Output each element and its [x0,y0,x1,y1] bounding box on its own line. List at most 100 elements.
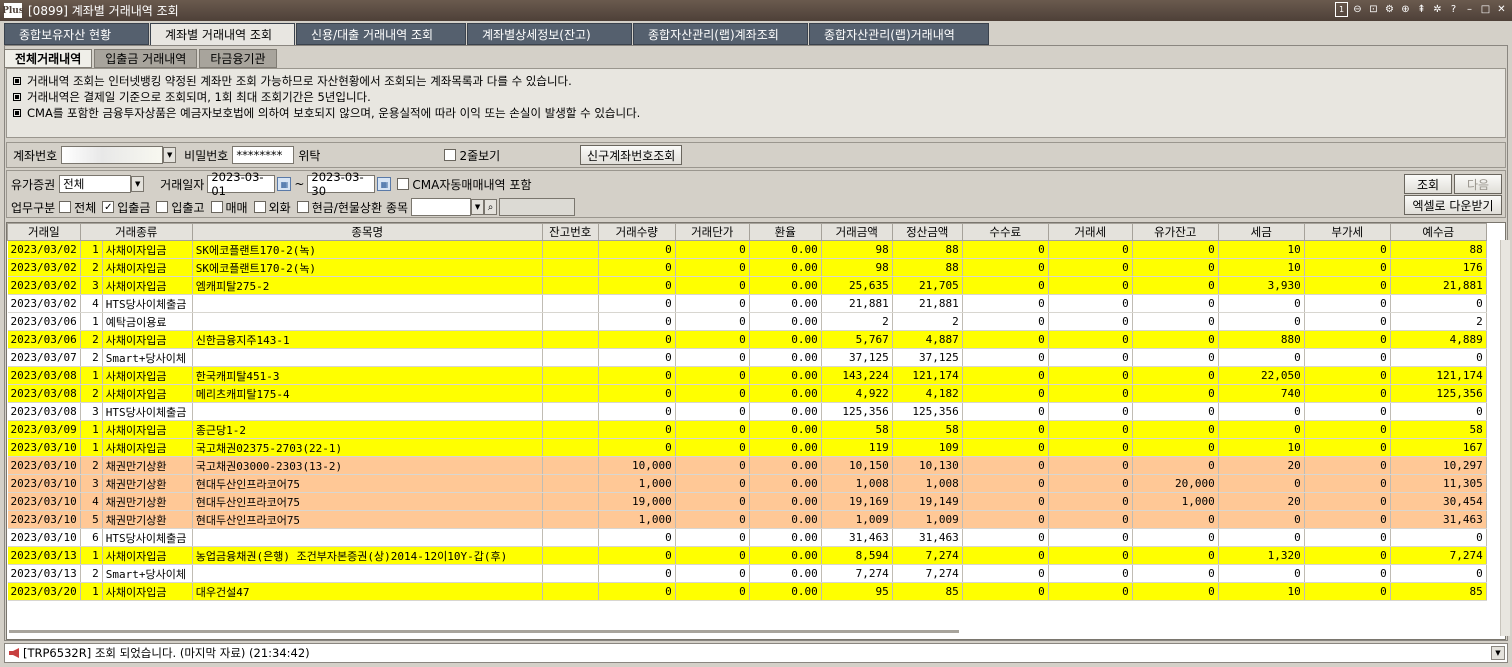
col-header[interactable]: 거래단가 [674,223,750,241]
table-cell: 0.00 [749,528,822,547]
horizontal-scrollbar[interactable] [9,630,959,633]
item-dropdown-icon[interactable]: ▼ [471,199,485,215]
table-cell: 0 [962,384,1049,403]
table-cell: 농업금융채권(은행) 조건부자본증권(상)2014-12이10Y-갑(후) [192,546,543,565]
vertical-scrollbar[interactable] [1500,240,1510,636]
table-cell: 88 [892,258,963,277]
col-header[interactable]: 잔고번호 [541,223,599,241]
date-from-input[interactable]: 2023-03-01 [207,170,276,198]
two-line-checkbox[interactable] [444,149,457,161]
link-icon[interactable]: ⊕ [1399,2,1412,17]
table-row[interactable]: 2023/03/06 1 예탁금이용료 0 0 0.00 2 2 0 0 0 0 0 2 [7,312,1487,331]
col-header[interactable]: 수수료 [961,223,1049,241]
account-number-input[interactable] [61,146,164,164]
table-cell: 2 [80,384,103,403]
table-cell: 사채이자입금 [102,384,193,403]
table-cell: 1,009 [821,510,893,529]
col-header[interactable]: 세금 [1217,223,1305,241]
table-row[interactable]: 2023/03/02 1 사채이자입금 SK에코플랜트170-2(녹) 0 0 0.00 98… [7,240,1487,259]
resize-icon[interactable]: ⊡ [1367,2,1380,17]
table-row[interactable]: 2023/03/10 2 채권만기상환 국고채권03000-2303(13-2) 10,… [7,456,1487,475]
tab-account-transactions[interactable]: 계좌별 거래내역 조회 [150,23,295,46]
tab-total-assets[interactable]: 종합보유자산 현황 [4,23,149,45]
subtab-deposit-withdraw[interactable]: 입출금 거래내역 [94,49,198,68]
check-fx[interactable] [253,201,266,213]
zoom-icon[interactable]: ⊖ [1351,2,1364,17]
table-row[interactable]: 2023/03/10 3 채권만기상환 현대두산인프라코어75 1,000 0 0.00 1,… [7,474,1487,493]
subtab-all-transactions[interactable]: 전체거래내역 [4,49,93,68]
settings-icon[interactable]: ⚙ [1383,2,1396,17]
tab-credit-loan[interactable]: 신용/대출 거래내역 조회 [296,23,466,45]
help-icon[interactable]: ? [1447,2,1460,17]
table-cell [542,456,599,475]
check-inout[interactable] [156,201,169,213]
col-header[interactable]: 거래종류 [79,223,193,241]
table-row[interactable]: 2023/03/08 2 사채이자입금 메리츠캐피탈175-4 0 0 0.00 4,922 4… [7,384,1487,403]
col-header[interactable]: 종목명 [191,223,543,241]
check-all[interactable] [59,201,72,213]
status-dropdown-icon[interactable]: ▼ [1491,646,1505,660]
table-row[interactable]: 2023/03/08 3 HTS당사이체출금 0 0 0.00 125,356 125,356… [7,402,1487,421]
table-row[interactable]: 2023/03/07 2 Smart+당사이체 0 0 0.00 37,125 37,125 0… [7,348,1487,367]
table-row[interactable]: 2023/03/13 2 Smart+당사이체 0 0 0.00 7,274 7,274 0 0 0… [7,564,1487,583]
table-cell: 0 [1048,420,1133,439]
table-cell: 0 [598,420,676,439]
tab-account-detail[interactable]: 계좌별상세정보(잔고) [467,23,632,45]
table-row[interactable]: 2023/03/10 6 HTS당사이체출금 0 0 0.00 31,463 31,463 0 0… [7,528,1487,547]
col-header[interactable]: 부가세 [1303,223,1391,241]
table-row[interactable]: 2023/03/20 1 사채이자입금 대우건설47 0 0 0.00 95 85 0 0 0 10 0 8… [7,582,1487,601]
table-row[interactable]: 2023/03/09 1 사채이자입금 종근당1-2 0 0 0.00 58 58 0 0 0 0 0 58 [7,420,1487,439]
calendar-icon[interactable]: ▦ [377,177,392,191]
col-header[interactable]: 거래금액 [820,223,893,241]
notice-box: 거래내역 조회는 인터넷뱅킹 약정된 계좌만 조회 가능하므로 자산현황에서 조… [6,68,1506,138]
securities-dropdown-icon[interactable]: ▼ [131,176,145,192]
next-button[interactable]: 다음 [1454,174,1502,194]
col-header[interactable]: 유가잔고 [1131,223,1219,241]
table-cell: 25,635 [821,276,893,295]
tab-wrap-transactions[interactable]: 종합자산관리(랩)거래내역 [809,23,989,45]
old-new-account-button[interactable]: 신구계좌번호조회 [580,145,683,165]
table-cell: 0 [1304,582,1391,601]
subtab-other-institution[interactable]: 타금융기관 [199,49,277,68]
tab-wrap-account[interactable]: 종합자산관리(랩)계좌조회 [633,23,808,45]
table-row[interactable]: 2023/03/13 1 사채이자입금 농업금융채권(은행) 조건부자본증권(상)20… [7,546,1487,565]
cma-checkbox[interactable] [397,178,410,190]
check-cash[interactable] [296,201,309,213]
col-header[interactable]: 환율 [748,223,822,241]
table-row[interactable]: 2023/03/02 3 사채이자입금 엠캐피탈275-2 0 0 0.00 25,635 21… [7,276,1487,295]
col-header[interactable]: 거래일 [7,223,81,241]
table-row[interactable]: 2023/03/08 1 사채이자입금 한국캐피탈451-3 0 0 0.00 143,224… [7,366,1487,385]
table-row[interactable]: 2023/03/06 2 사채이자입금 신한금융지주143-1 0 0 0.00 5,767 4… [7,330,1487,349]
table-row[interactable]: 2023/03/02 4 HTS당사이체출금 0 0 0.00 21,881 21,881 0 0… [7,294,1487,313]
securities-select[interactable]: 전체 [59,175,132,193]
page-indicator[interactable]: 1 [1335,2,1348,17]
table-cell: 2023/03/13 [7,546,81,565]
col-header[interactable]: 거래세 [1047,223,1133,241]
check-deposit[interactable]: ✓ [102,201,115,213]
col-header[interactable]: 예수금 [1389,223,1487,241]
table-cell: 98 [821,258,893,277]
table-row[interactable]: 2023/03/02 2 사채이자입금 SK에코플랜트170-2(녹) 0 0 0.00 98… [7,258,1487,277]
account-dropdown-icon[interactable]: ▼ [163,147,177,163]
sun-icon[interactable]: ✲ [1431,2,1444,17]
date-to-input[interactable]: 2023-03-30 [307,170,376,198]
transaction-grid[interactable]: 거래일 거래종류 종목명 잔고번호 거래수량 거래단가 환율 거래금액 정산금액… [6,222,1506,640]
col-header[interactable]: 정산금액 [891,223,963,241]
table-row[interactable]: 2023/03/10 4 채권만기상환 현대두산인프라코어75 19,000 0 0.00 1… [7,492,1487,511]
table-cell: 0 [1132,384,1219,403]
item-input[interactable] [411,198,472,216]
maximize-icon[interactable]: □ [1479,2,1492,17]
check-trade[interactable] [210,201,223,213]
calendar-icon[interactable]: ▦ [277,177,292,191]
query-button[interactable]: 조회 [1404,174,1452,194]
minimize-icon[interactable]: – [1463,2,1476,17]
search-icon[interactable]: ⌕ [484,199,498,215]
table-row[interactable]: 2023/03/10 5 채권만기상환 현대두산인프라코어75 1,000 0 0.00 1,… [7,510,1487,529]
check-all-label: 전체 [74,200,97,215]
excel-download-button[interactable]: 엑셀로 다운받기 [1404,195,1502,215]
col-header[interactable]: 거래수량 [597,223,676,241]
table-row[interactable]: 2023/03/10 1 사채이자입금 국고채권02375-2703(22-1) 0 0 0… [7,438,1487,457]
pin-icon[interactable]: ⇞ [1415,2,1428,17]
password-input[interactable]: ******** [232,146,295,164]
close-icon[interactable]: ✕ [1495,2,1508,17]
